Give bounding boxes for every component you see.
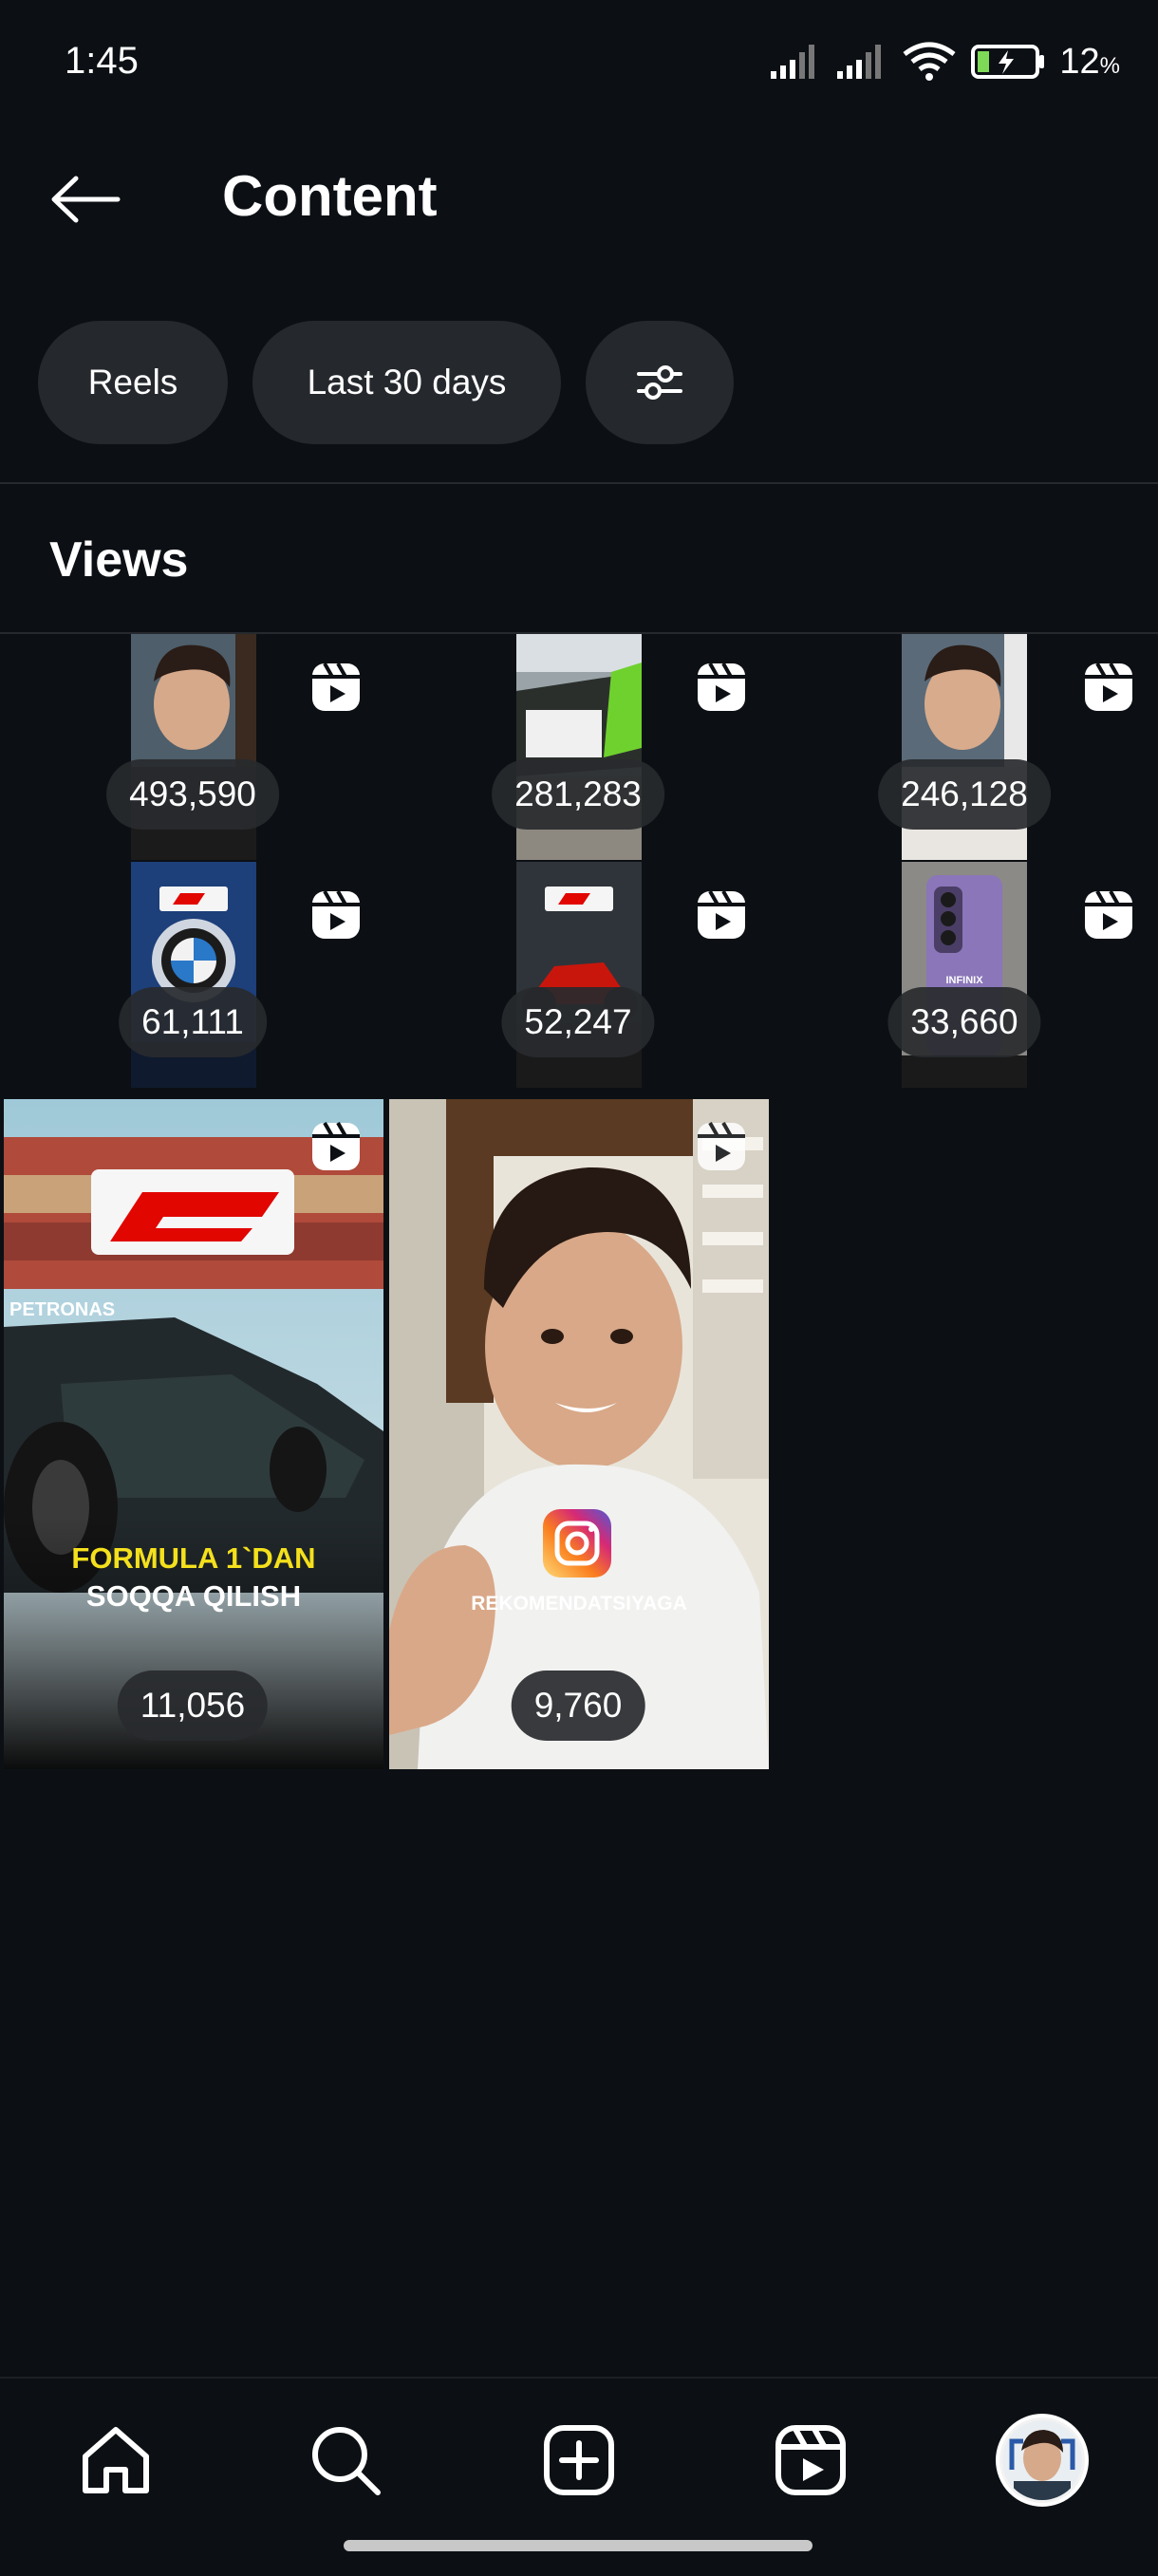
content-type-filter[interactable]: Reels <box>38 321 228 444</box>
nav-reels[interactable] <box>763 2413 858 2508</box>
reel-thumbnail: PETRONAS FORMULA 1`DAN SOQQA QILISH <box>4 1099 383 1769</box>
page-title: Content <box>222 164 438 228</box>
reel-thumbnail: REKOMENDATSIYAGA <box>389 1099 769 1769</box>
car-brand-text: PETRONAS <box>9 1299 115 1320</box>
phone-brand-text: INFINIX <box>945 975 983 986</box>
status-icons: 12% <box>769 38 1120 85</box>
reel-tile[interactable]: 61,111 <box>0 862 385 1088</box>
nav-search[interactable] <box>298 2413 393 2508</box>
view-count: 52,247 <box>501 987 655 1057</box>
reels-icon <box>698 1122 745 1170</box>
avatar <box>996 2414 1089 2507</box>
thumbnail-caption: FORMULA 1`DAN <box>71 1541 315 1575</box>
reel-tile[interactable]: PETRONAS FORMULA 1`DAN SOQQA QILISH 11,0… <box>4 1099 383 1769</box>
reel-tile[interactable]: REKOMENDATSIYAGA 9,760 <box>389 1099 769 1769</box>
reels-icon <box>698 663 745 711</box>
back-arrow-icon <box>51 176 121 223</box>
header: Content <box>0 142 1158 256</box>
view-count: 11,056 <box>117 1671 269 1741</box>
date-range-filter[interactable]: Last 30 days <box>252 321 561 444</box>
section-title: Views <box>49 532 189 588</box>
battery-icon <box>971 45 1045 79</box>
reels-icon <box>312 890 360 939</box>
signal-icon-2 <box>837 45 882 79</box>
view-count: 246,128 <box>878 759 1051 830</box>
view-count: 33,660 <box>887 987 1041 1057</box>
nav-create[interactable] <box>532 2413 626 2508</box>
reel-tile[interactable]: 246,128 <box>771 634 1158 860</box>
view-count: 61,111 <box>119 987 267 1057</box>
signal-icon <box>771 45 815 79</box>
view-count: 493,590 <box>106 759 279 830</box>
plus-square-icon <box>544 2425 614 2495</box>
home-indicator[interactable] <box>344 2540 812 2551</box>
thumbnail-caption: REKOMENDATSIYAGA <box>471 1593 687 1615</box>
filter-settings-button[interactable] <box>586 321 734 444</box>
view-count: 281,283 <box>492 759 664 830</box>
reels-icon <box>1085 890 1132 939</box>
back-button[interactable] <box>47 171 123 228</box>
nav-profile[interactable] <box>995 2413 1090 2508</box>
home-icon <box>83 2427 149 2493</box>
reels-icon <box>312 663 360 711</box>
reel-tile[interactable]: 493,590 <box>0 634 385 860</box>
reels-icon <box>698 890 745 939</box>
thumbnail-caption: SOQQA QILISH <box>86 1579 301 1613</box>
divider <box>0 482 1158 484</box>
nav-home[interactable] <box>68 2413 163 2508</box>
status-bar: 1:45 12% <box>0 0 1158 133</box>
status-time: 1:45 <box>65 40 139 82</box>
search-icon <box>312 2427 381 2495</box>
battery-percent: 12% <box>1059 41 1120 82</box>
wifi-icon <box>903 42 956 81</box>
view-count: 9,760 <box>511 1671 645 1741</box>
reel-tile[interactable]: 52,247 <box>385 862 771 1088</box>
reels-icon <box>1085 663 1132 711</box>
reels-icon <box>775 2425 846 2495</box>
sliders-icon <box>637 365 682 400</box>
reels-icon <box>312 1122 360 1170</box>
reel-tile[interactable]: 281,283 <box>385 634 771 860</box>
filter-bar: Reels Last 30 days <box>0 321 1158 446</box>
reel-tile[interactable]: INFINIX 33,660 <box>771 862 1158 1088</box>
